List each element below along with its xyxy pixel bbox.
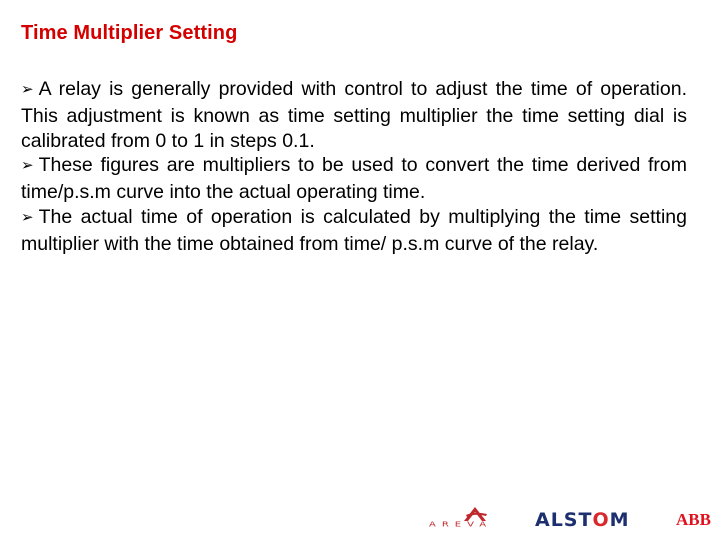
slide-body: ➢ A relay is generally provided with cont… [21, 77, 687, 257]
bullet-text-2: These figures are multipliers to be used… [21, 154, 687, 204]
arrowhead-bullet-icon: ➢ [21, 208, 34, 226]
footer-logos: AREVA ALSTOM ABB [425, 506, 720, 536]
bullet-text-1: A relay is generally provided with contr… [21, 78, 687, 152]
areva-logo: AREVA [429, 506, 521, 534]
areva-wordmark: AREVA [429, 521, 493, 529]
bullet-paragraph-2: ➢ These figures are multipliers to be use… [21, 153, 687, 205]
bullet-paragraph-1: ➢ A relay is generally provided with cont… [21, 77, 687, 153]
slide-title: Time Multiplier Setting [21, 22, 238, 44]
arrowhead-bullet-icon: ➢ [21, 157, 34, 175]
alstom-logo: ALSTOM [535, 509, 630, 531]
bullet-text-3: The actual time of operation is calculat… [21, 205, 687, 255]
areva-a-mark-icon [464, 507, 487, 521]
alstom-wordmark-prefix: ALST [535, 509, 593, 531]
abb-logo: ABB [676, 510, 711, 529]
bullet-paragraph-3: ➢ The actual time of operation is calcula… [21, 205, 687, 257]
alstom-wordmark-suffix: M [609, 509, 630, 531]
alstom-o-mark-icon: O [592, 509, 610, 531]
arrowhead-bullet-icon: ➢ [21, 81, 34, 98]
